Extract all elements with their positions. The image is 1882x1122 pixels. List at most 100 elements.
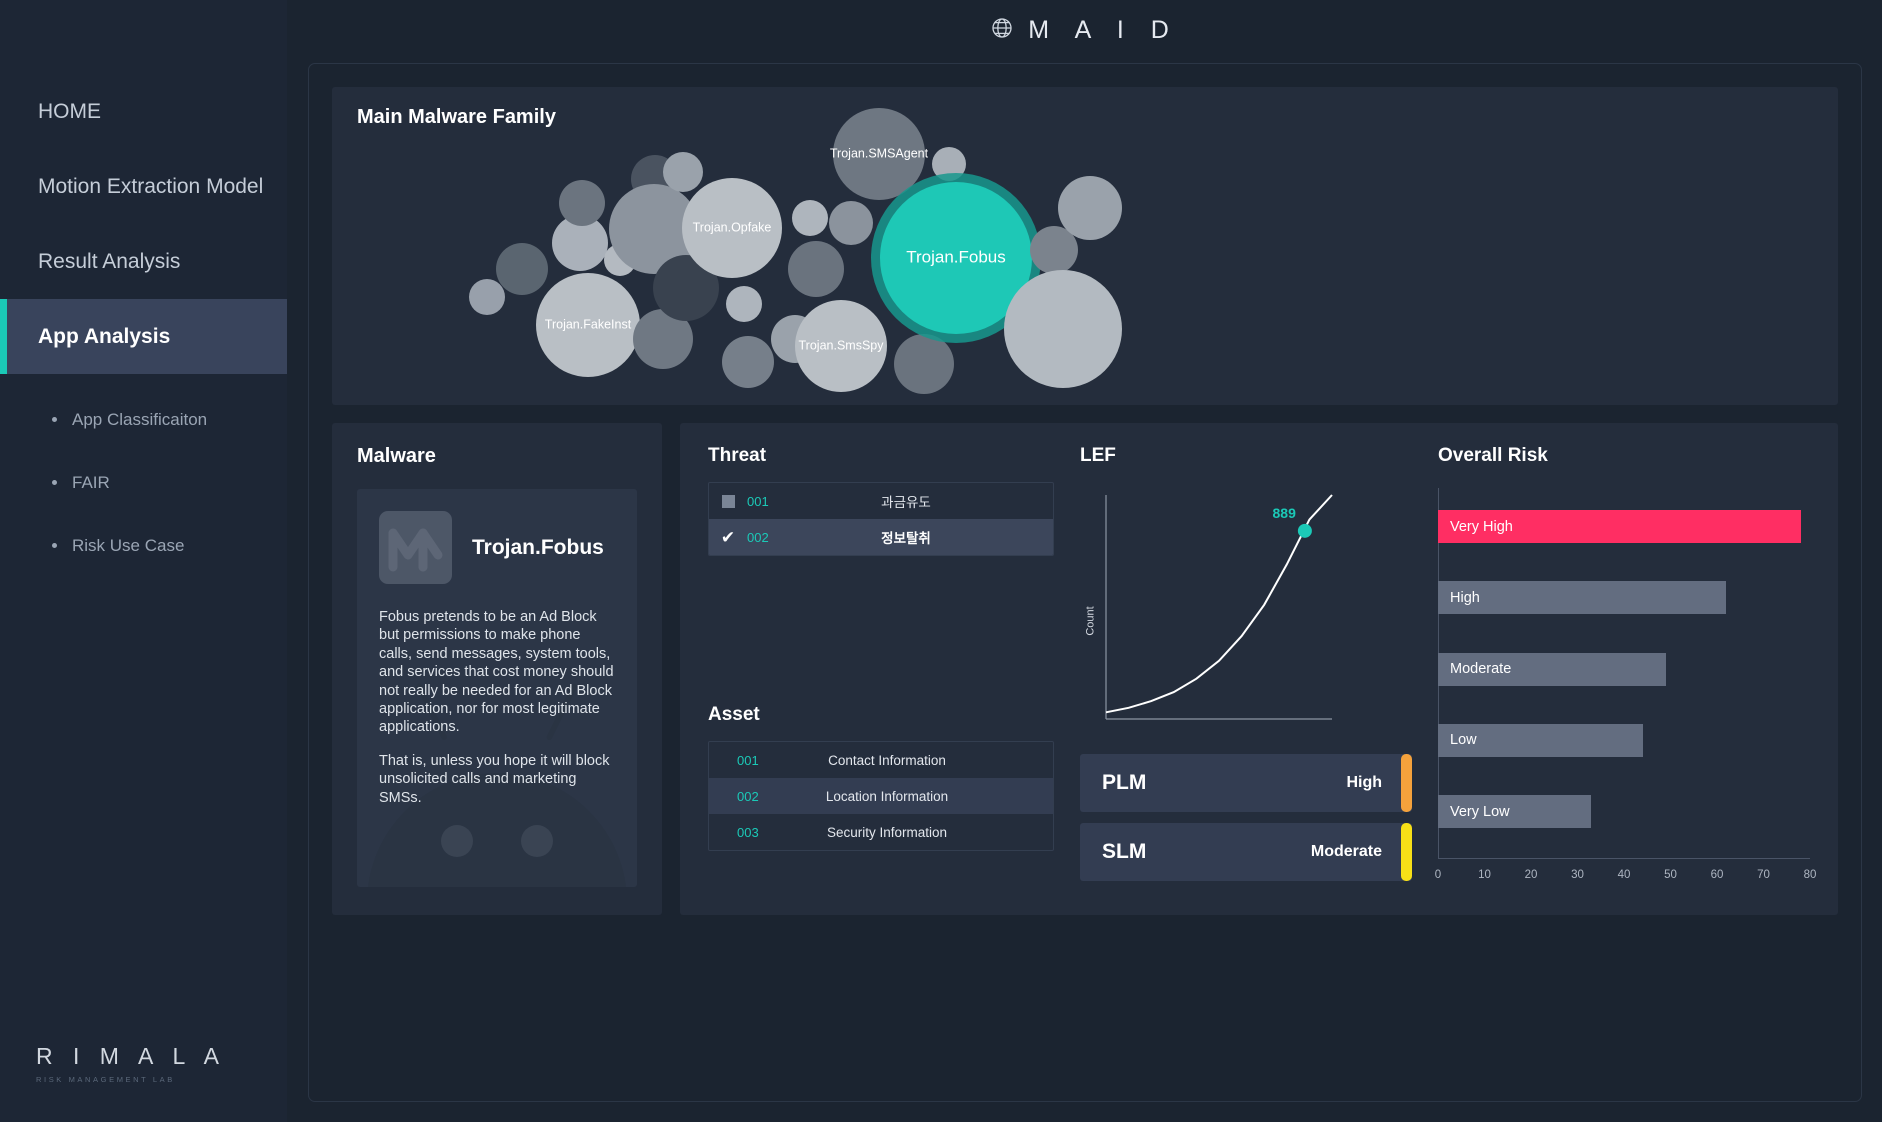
sidebar-item-label: Result Analysis [38,249,181,273]
risk-bar-label: Very High [1450,518,1513,535]
table-row[interactable]: 001 과금유도 [709,483,1053,519]
bullet-icon [52,417,57,422]
threat-checkbox[interactable] [709,494,747,508]
bullet-icon [52,543,57,548]
malware-family-bubble[interactable] [894,334,954,394]
main-column: M A I D Main Malware Family Trojan.FakeI… [287,0,1882,1122]
brand-logo: R I M A L A RISK MANAGEMENT LAB [36,1043,226,1084]
globe-icon [990,16,1014,45]
panel-title-main-malware-family: Main Malware Family [357,106,556,128]
malware-family-bubble[interactable] [792,200,828,236]
meter-name: PLM [1102,771,1147,794]
topbar: M A I D [287,0,1882,60]
malware-app-icon [379,511,452,584]
risk-x-tick: 80 [1803,869,1817,881]
risk-x-tick: 10 [1478,869,1491,881]
threat-table: 001 과금유도 ✔ 002 정보탈취 [708,482,1054,556]
threat-checkbox[interactable]: ✔ [709,529,747,546]
overall-risk-bar-chart: 0 10 20 30 40 50 60 70 80 Very High High Moderate L… [1434,488,1817,893]
risk-bar[interactable]: High [1438,581,1727,615]
meter-name: SLM [1102,840,1147,863]
asset-id: 002 [737,788,759,804]
asset-section: Asset 001 Contact Information 002 Locati… [708,704,1054,893]
sidebar-item-label: Motion Extraction Model [38,174,264,198]
app-title: M A I D [1028,15,1179,44]
bullet-icon [52,480,57,485]
sidebar-item-label: App Analysis [38,324,171,348]
sidebar-subitem-label: FAIR [72,472,110,492]
malware-family-bubble[interactable] [1004,270,1122,388]
bubble-label: Trojan.FakeInst [545,317,632,331]
meter-plm[interactable]: PLM High [1080,754,1412,812]
malware-header: Trojan.Fobus [379,511,615,584]
malware-family-bubble[interactable] [1058,176,1122,240]
app-root: HOME Motion Extraction Model Result Anal… [0,0,1882,1122]
asset-label: Security Information [826,824,948,840]
table-row[interactable]: ✔ 002 정보탈취 [709,519,1053,555]
malware-detail: Trojan.Fobus Fobus pretends to be an Ad … [357,489,637,887]
asset-table: 001 Contact Information 002 Location Inf… [708,741,1054,851]
panel-title-lef: LEF [1080,445,1116,466]
sidebar-item-label: HOME [38,99,101,123]
sidebar-subitem-risk-use-case[interactable]: Risk Use Case [0,514,287,577]
risk-bar-label: Low [1450,732,1477,749]
risk-bar[interactable]: Low [1438,723,1643,757]
threat-section: Threat 001 과금유도 ✔ 002 정보탈취 [708,445,1054,556]
malware-description-paragraph: That is, unless you hope it will block u… [379,752,610,806]
table-row[interactable]: 001 Contact Information [709,742,1053,778]
risk-bar-label: Moderate [1450,661,1512,678]
malware-family-bubble[interactable] [722,336,774,388]
malware-family-bubble-chart[interactable]: Trojan.FakeInst Trojan.Opfake Trojan.SmsSp… [332,87,1838,405]
lef-y-axis-label: Count [1084,605,1097,636]
threat-asset-column: Threat 001 과금유도 ✔ 002 정보탈취 Asset 001 Con… [708,445,1054,893]
malware-name: Trojan.Fobus [472,535,604,559]
malware-family-bubble[interactable] [663,152,703,192]
meter-slm[interactable]: SLM Moderate [1080,823,1412,881]
threat-label: 과금유도 [881,495,931,510]
lef-data-point-label: 889 [1273,505,1297,521]
malware-family-bubble[interactable] [788,241,844,297]
malware-description-paragraph: Fobus pretends to be an Ad Block but per… [379,609,614,736]
table-row[interactable]: 003 Security Information [709,814,1053,850]
table-row[interactable]: 002 Location Information [709,778,1053,814]
threat-label: 정보탈취 [881,531,931,546]
check-icon: ✔ [720,527,736,547]
risk-bar[interactable]: Very Low [1438,795,1592,829]
malware-family-bubble[interactable] [469,279,505,315]
content-frame: Main Malware Family Trojan.FakeInst Troja… [308,63,1862,1102]
risk-bar[interactable]: Very High [1438,510,1801,543]
bubble-label: Trojan.Opfake [693,220,772,234]
asset-id: 003 [737,824,759,840]
asset-id: 001 [737,752,759,768]
sidebar-item-app-analysis[interactable]: App Analysis [0,299,287,374]
risk-x-tick: 60 [1710,869,1724,881]
sidebar-subitem-fair[interactable]: FAIR [0,451,287,514]
risk-x-tick: 30 [1571,869,1584,881]
sidebar-subitem-label: Risk Use Case [72,535,185,555]
brand-subtitle: RISK MANAGEMENT LAB [36,1075,175,1084]
malware-family-bubble[interactable] [559,180,605,226]
risk-x-tick: 0 [1434,869,1442,881]
lef-line-chart: 889 [1105,494,1333,720]
panel-title-overall-risk: Overall Risk [1438,445,1548,466]
sidebar-item-motion-extraction-model[interactable]: Motion Extraction Model [0,149,287,224]
malware-family-bubble[interactable] [829,201,873,245]
sidebar-nav: HOME Motion Extraction Model Result Anal… [0,0,287,374]
sidebar-item-result-analysis[interactable]: Result Analysis [0,224,287,299]
risk-x-axis [1438,858,1810,859]
meter-accent-bar [1401,823,1412,881]
risk-x-tick-labels: 0 10 20 30 40 50 60 70 80 [1434,869,1817,887]
sidebar-subitem-app-classification[interactable]: App Classificaiton [0,388,287,451]
sidebar: HOME Motion Extraction Model Result Anal… [0,0,287,1122]
threat-id: 002 [747,529,769,545]
meter-value: High [1346,774,1382,791]
risk-x-tick: 20 [1524,869,1538,881]
malware-family-bubble[interactable] [496,243,548,295]
lef-data-point[interactable] [1297,523,1312,538]
brand-name: R I M A L A [36,1043,226,1069]
overall-risk-column: Overall Risk 0 10 20 30 40 50 60 70 80 Very High… [1434,445,1817,893]
malware-family-bubble[interactable] [726,286,762,322]
sidebar-item-home[interactable]: HOME [0,74,287,149]
risk-bar[interactable]: Moderate [1438,652,1666,686]
risk-x-tick: 70 [1757,869,1770,881]
